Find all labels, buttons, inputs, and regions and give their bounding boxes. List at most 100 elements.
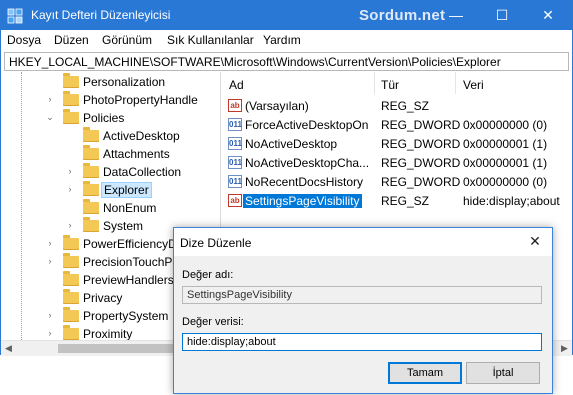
expand-chevron-icon[interactable]: › [45,238,55,248]
value-data: 0x00000001 (1) [463,137,548,151]
value-type: REG_SZ [381,99,430,113]
minimize-button[interactable]: — [433,1,479,30]
tree-item-label: PrecisionTouchPa [83,255,180,269]
value-data: 0x00000001 (1) [463,156,548,170]
folder-icon [63,289,79,304]
folder-icon [83,127,99,142]
value-data-input[interactable]: hide:display;about [182,333,542,351]
value-data: hide:display;about [463,194,560,208]
folder-icon [63,91,79,106]
expand-chevron-icon[interactable]: › [65,184,75,194]
dialog-close-button[interactable]: ✕ [522,230,548,252]
scroll-right-icon[interactable]: ▶ [561,343,568,354]
tree-item-explorer[interactable]: › Explorer [1,181,220,199]
collapse-chevron-icon[interactable]: ⌄ [45,112,55,123]
value-name: SettingsPageVisibility [243,194,362,208]
value-name: NoActiveDesktopCha... [245,156,370,170]
close-button[interactable]: ✕ [525,1,571,30]
dialog-body: Değer adı: SettingsPageVisibility Değer … [174,256,552,393]
string-value-icon: ab [228,99,242,112]
expand-chevron-icon[interactable]: › [65,220,75,230]
tree-item-label: System [103,219,144,233]
tree-item-label: Personalization [83,75,166,89]
tree-item-activedesktop[interactable]: ActiveDesktop [1,127,220,145]
folder-icon [63,235,79,250]
folder-icon [63,325,79,340]
tree-item-label: ActiveDesktop [103,129,180,143]
scroll-left-icon[interactable]: ◀ [5,343,12,354]
window-title: Kayıt Defteri Düzenleyicisi [31,8,171,22]
maximize-button[interactable]: ☐ [479,1,525,30]
title-bar[interactable]: Kayıt Defteri Düzenleyicisi Sordum.net —… [1,1,572,30]
folder-icon [63,109,79,124]
tree-item-label: Policies [83,111,125,125]
value-data: 0x00000000 (0) [463,118,548,132]
binary-value-icon: 011 [228,175,242,188]
value-row[interactable]: ab SettingsPageVisibility REG_SZ hide:displ… [221,191,572,210]
tree-item-label: PowerEfficiencyD [83,237,177,251]
expand-chevron-icon[interactable]: › [45,328,55,338]
tree-item-photopropertyhandle[interactable]: › PhotoPropertyHandle [1,91,220,109]
tree-item-personalization[interactable]: Personalization [1,73,220,91]
folder-icon [83,145,99,160]
column-data-header[interactable]: Veri [463,78,484,92]
folder-icon [63,271,79,286]
ok-button[interactable]: Tamam [388,362,462,384]
edit-string-dialog: Dize Düzenle ✕ Değer adı: SettingsPageVi… [173,227,553,394]
tree-item-datacollection[interactable]: › DataCollection [1,163,220,181]
tree-item-label: Attachments [103,147,170,161]
folder-icon [63,253,79,268]
menu-file[interactable]: Dosya [7,33,41,47]
cancel-button[interactable]: İptal [466,362,540,384]
value-row[interactable]: 011 NoActiveDesktopCha... REG_DWORD 0x00000… [221,153,572,172]
dialog-title: Dize Düzenle [180,236,252,250]
value-type: REG_DWORD [381,137,461,151]
folder-icon [63,307,79,322]
address-path: HKEY_LOCAL_MACHINE\SOFTWARE\Microsoft\Wi… [9,55,501,69]
value-data-label: Değer verisi: [182,316,244,328]
menu-edit[interactable]: Düzen [54,33,89,47]
menu-help[interactable]: Yardım [263,33,301,47]
expand-chevron-icon[interactable]: › [45,94,55,104]
expand-chevron-icon[interactable]: › [65,166,75,176]
value-row[interactable]: 011 NoRecentDocsHistory REG_DWORD 0x0000000… [221,172,572,191]
value-row[interactable]: ab (Varsayılan) REG_SZ [221,96,572,115]
folder-icon [63,73,79,88]
dialog-title-bar[interactable]: Dize Düzenle ✕ [174,228,552,256]
binary-value-icon: 011 [228,137,242,150]
expand-chevron-icon[interactable]: › [45,256,55,266]
tree-item-attachments[interactable]: Attachments [1,145,220,163]
folder-icon [83,217,99,232]
tree-item-nonenum[interactable]: NonEnum [1,199,220,217]
binary-value-icon: 011 [228,118,242,131]
column-type-header[interactable]: Tür [381,78,399,92]
tree-item-label: Privacy [83,291,123,305]
tree-item-label: DataCollection [103,165,182,179]
value-row[interactable]: 011 NoActiveDesktop REG_DWORD 0x00000001 (1… [221,134,572,153]
column-name-header[interactable]: Ad [229,78,244,92]
menu-view[interactable]: Görünüm [102,33,152,47]
expand-chevron-icon[interactable]: › [45,310,55,320]
value-type: REG_SZ [381,194,430,208]
menu-favorites[interactable]: Sık Kullanılanlar [167,33,254,47]
menu-bar: Dosya Düzen Görünüm Sık Kullanılanlar Ya… [1,30,572,51]
regedit-app-icon [7,8,23,24]
value-name-label: Değer adı: [182,269,234,281]
tree-item-label: PreviewHandlers [83,273,174,287]
folder-icon [83,163,99,178]
value-name-field: SettingsPageVisibility [182,286,542,304]
column-separator[interactable] [455,72,456,94]
value-name: NoRecentDocsHistory [245,175,364,189]
folder-icon [83,199,99,214]
tree-item-label: PropertySystem [83,309,169,323]
column-separator[interactable] [374,72,375,94]
value-name: NoActiveDesktop [245,137,338,151]
value-row[interactable]: 011 ForceActiveDesktopOn REG_DWORD 0x000000… [221,115,572,134]
address-bar[interactable]: HKEY_LOCAL_MACHINE\SOFTWARE\Microsoft\Wi… [4,52,569,71]
value-type: REG_DWORD [381,118,461,132]
tree-item-label: NonEnum [103,201,157,215]
tree-item-policies[interactable]: ⌄ Policies [1,109,220,127]
binary-value-icon: 011 [228,156,242,169]
value-type: REG_DWORD [381,175,461,189]
value-name: (Varsayılan) [245,99,309,113]
